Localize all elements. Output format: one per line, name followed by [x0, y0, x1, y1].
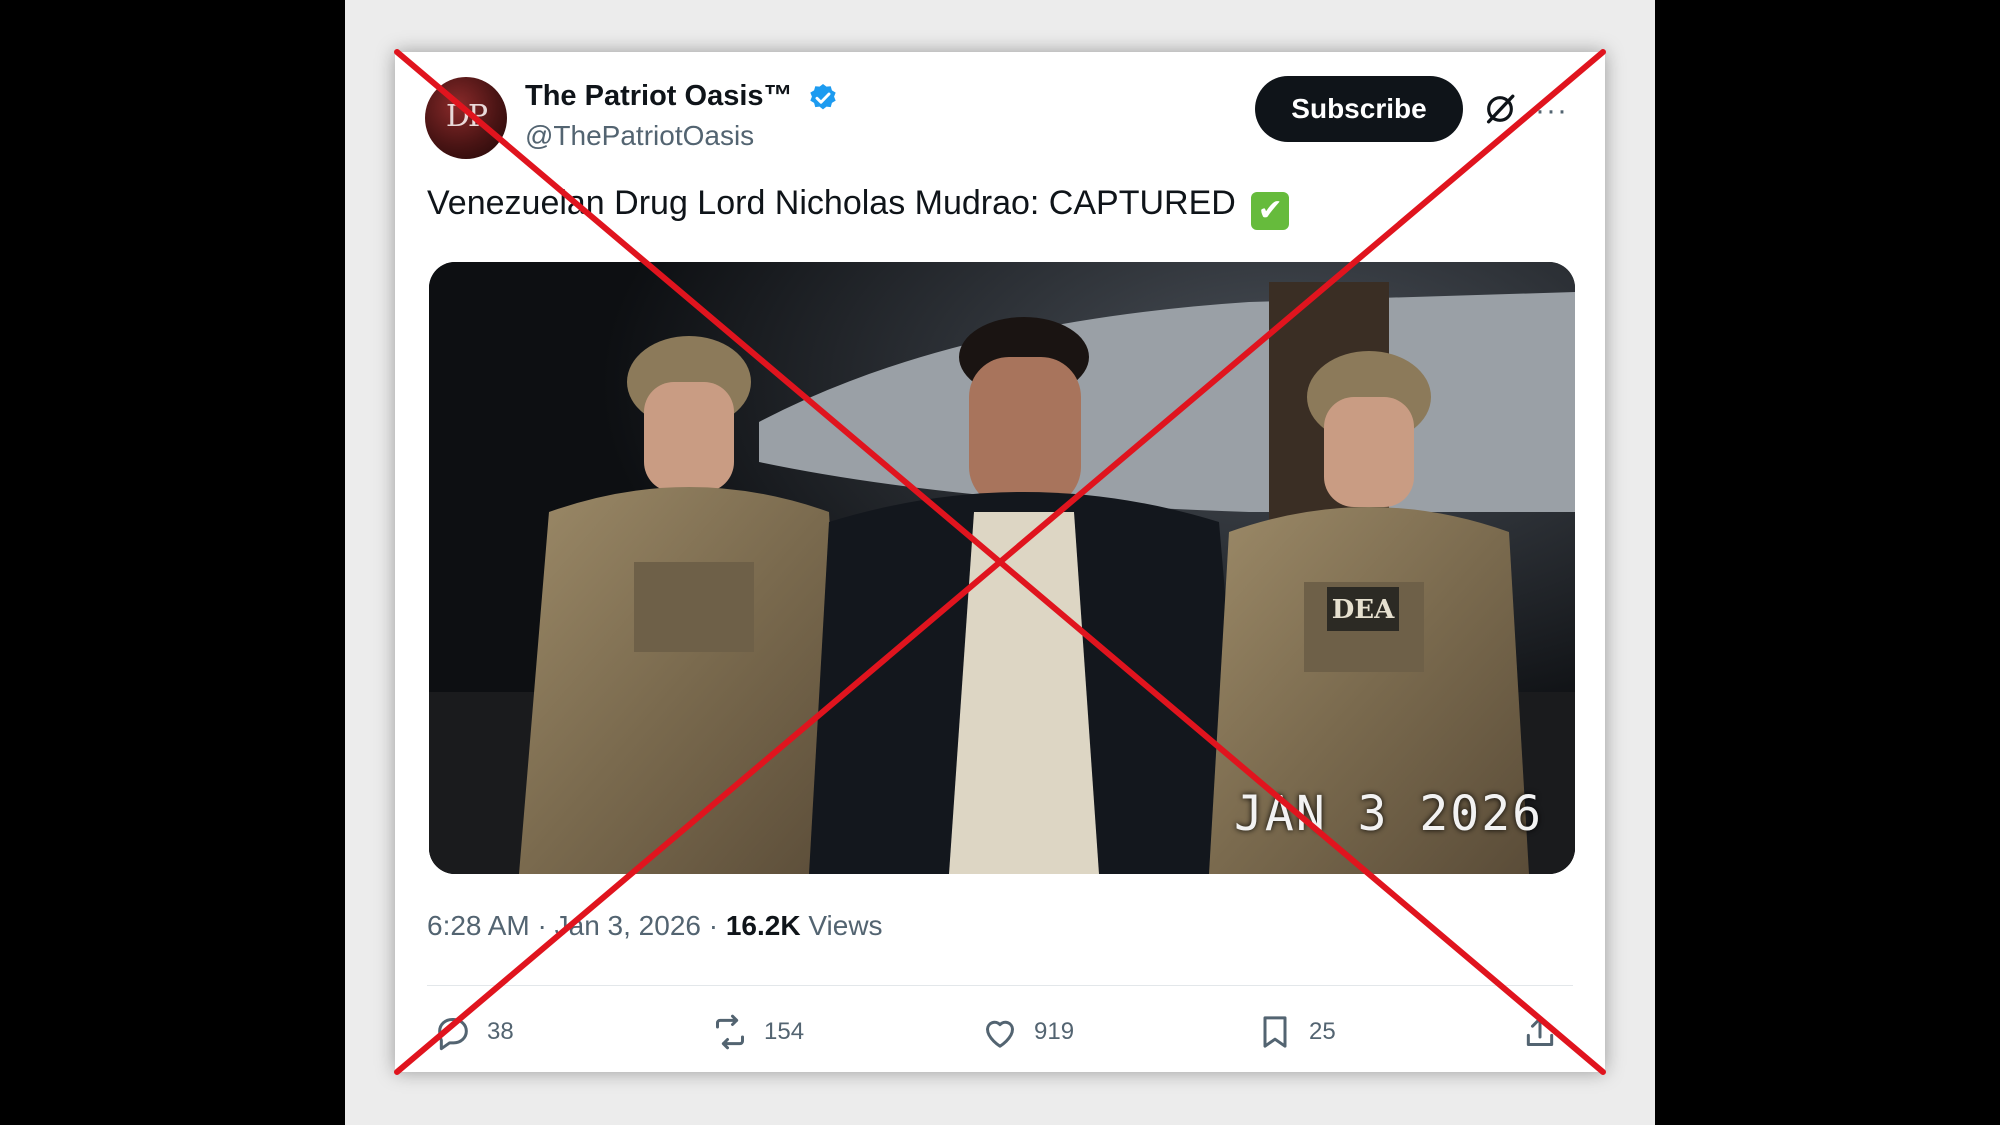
red-x-overlay — [394, 49, 1606, 1075]
